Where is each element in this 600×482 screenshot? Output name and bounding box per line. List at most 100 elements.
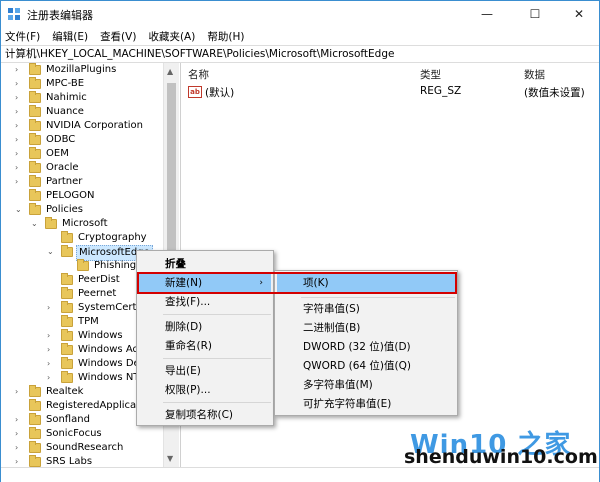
value-data: (数值未设置) xyxy=(524,87,585,99)
folder-icon xyxy=(29,63,41,75)
submenu-item-expandable-string-value[interactable]: 可扩充字符串值(E) xyxy=(277,395,455,413)
folder-icon xyxy=(61,329,73,341)
title-bar[interactable]: 注册表编辑器 — ☐ ✕ xyxy=(1,1,599,27)
menu-item-rename[interactable]: 重命名(R) xyxy=(139,337,271,355)
value-name: (默认) xyxy=(205,87,235,99)
submenu-item-string-value[interactable]: 字符串值(S) xyxy=(277,300,455,318)
folder-icon xyxy=(29,133,41,145)
tree-item-oracle[interactable]: › Oracle xyxy=(15,161,163,175)
folder-icon xyxy=(29,175,41,187)
tree-item-soundresearch[interactable]: › SoundResearch xyxy=(15,441,163,455)
tree-item-nvidia[interactable]: › NVIDIA Corporation xyxy=(15,119,163,133)
collapse-arrow-icon[interactable]: ⌄ xyxy=(15,203,23,217)
tree-item-label: Windows NT xyxy=(78,372,140,383)
folder-icon xyxy=(61,273,73,285)
submenu-item-dword-value[interactable]: DWORD (32 位)值(D) xyxy=(277,338,455,356)
folder-icon xyxy=(61,371,73,383)
tree-item-srs-labs[interactable]: › SRS Labs xyxy=(15,455,163,467)
menu-item-delete[interactable]: 删除(D) xyxy=(139,318,271,336)
menu-item-collapse[interactable]: 折叠 xyxy=(139,255,271,273)
tree-item-sonicfocus[interactable]: › SonicFocus xyxy=(15,427,163,441)
folder-icon xyxy=(61,231,73,243)
submenu-item-binary-value[interactable]: 二进制值(B) xyxy=(277,319,455,337)
folder-icon xyxy=(61,287,73,299)
menu-file[interactable]: 文件(F) xyxy=(5,29,40,44)
menu-separator xyxy=(163,358,271,359)
submenu-item-multi-string-value[interactable]: 多字符串值(M) xyxy=(277,376,455,394)
expand-arrow-icon[interactable]: › xyxy=(47,371,55,385)
expand-arrow-icon[interactable]: › xyxy=(15,413,23,427)
expand-arrow-icon[interactable]: › xyxy=(15,175,23,189)
tree-item-oem[interactable]: › OEM xyxy=(15,147,163,161)
folder-icon xyxy=(29,91,41,103)
minimize-button[interactable]: — xyxy=(465,1,509,27)
watermark-site: shenduwin10.com xyxy=(404,446,598,468)
scroll-down-icon[interactable]: ▼ xyxy=(167,454,173,463)
expand-arrow-icon[interactable]: › xyxy=(15,91,23,105)
tree-item-mpc-be[interactable]: › MPC-BE xyxy=(15,77,163,91)
tree-item-label: Realtek xyxy=(46,386,84,397)
folder-icon xyxy=(61,343,73,355)
folder-open-icon xyxy=(29,203,41,215)
menu-item-copy-key-name[interactable]: 复制项名称(C) xyxy=(139,406,271,424)
column-header-data[interactable]: 数据 xyxy=(524,67,545,82)
window-title: 注册表编辑器 xyxy=(27,9,93,22)
scrollbar-thumb[interactable] xyxy=(167,83,176,273)
expand-arrow-icon[interactable]: › xyxy=(15,161,23,175)
column-header-type[interactable]: 类型 xyxy=(420,67,441,82)
menu-separator xyxy=(301,297,455,298)
expand-arrow-icon[interactable]: › xyxy=(47,301,55,315)
menu-item-find[interactable]: 查找(F)... xyxy=(139,293,271,311)
expand-arrow-icon[interactable]: › xyxy=(47,357,55,371)
tree-item-partner[interactable]: › Partner xyxy=(15,175,163,189)
tree-item-label: Peernet xyxy=(78,288,117,299)
scroll-up-icon[interactable]: ▲ xyxy=(167,67,173,76)
folder-icon xyxy=(29,455,41,467)
menu-favorites[interactable]: 收藏夹(A) xyxy=(148,29,195,44)
folder-icon xyxy=(29,427,41,439)
tree-item-label: Sonfland xyxy=(46,414,90,425)
expand-arrow-icon[interactable]: › xyxy=(15,147,23,161)
expand-arrow-icon[interactable]: › xyxy=(15,385,23,399)
tree-item-label: SRS Labs xyxy=(46,456,93,467)
menu-help[interactable]: 帮助(H) xyxy=(207,29,244,44)
expand-arrow-icon[interactable]: › xyxy=(47,343,55,357)
tree-item-odbc[interactable]: › ODBC xyxy=(15,133,163,147)
folder-icon xyxy=(29,161,41,173)
tree-item-label: OEM xyxy=(46,148,69,159)
maximize-button[interactable]: ☐ xyxy=(513,1,557,27)
address-bar[interactable]: 计算机\HKEY_LOCAL_MACHINE\SOFTWARE\Policies… xyxy=(1,45,599,63)
tree-item-nahimic[interactable]: › Nahimic xyxy=(15,91,163,105)
tree-item-cryptography[interactable]: Cryptography xyxy=(47,231,163,245)
menu-item-export[interactable]: 导出(E) xyxy=(139,362,271,380)
tree-item-microsoft[interactable]: ⌄ Microsoft xyxy=(31,217,163,231)
collapse-arrow-icon[interactable]: ⌄ xyxy=(47,245,55,259)
expand-arrow-icon[interactable]: › xyxy=(47,329,55,343)
tree-item-nuance[interactable]: › Nuance xyxy=(15,105,163,119)
column-header-name[interactable]: 名称 xyxy=(188,67,209,82)
expand-arrow-icon[interactable]: › xyxy=(15,119,23,133)
submenu-item-qword-value[interactable]: QWORD (64 位)值(Q) xyxy=(277,357,455,375)
expand-arrow-icon[interactable]: › xyxy=(15,133,23,147)
tree-item-label: PeerDist xyxy=(78,274,120,285)
tree-item-pelogon[interactable]: PELOGON xyxy=(15,189,163,203)
string-value-icon: ab xyxy=(188,86,202,98)
expand-arrow-icon[interactable]: › xyxy=(15,455,23,467)
menu-item-permissions[interactable]: 权限(P)... xyxy=(139,381,271,399)
tree-item-policies[interactable]: ⌄ Policies xyxy=(15,203,163,217)
expand-arrow-icon[interactable]: › xyxy=(15,441,23,455)
expand-arrow-icon[interactable]: › xyxy=(15,427,23,441)
tree-item-mozillaplugins[interactable]: › MozillaPlugins xyxy=(15,63,163,77)
collapse-arrow-icon[interactable]: ⌄ xyxy=(31,217,39,231)
folder-icon xyxy=(61,301,73,313)
menu-view[interactable]: 查看(V) xyxy=(100,29,136,44)
expand-arrow-icon[interactable]: › xyxy=(15,77,23,91)
folder-icon xyxy=(61,315,73,327)
menu-edit[interactable]: 编辑(E) xyxy=(52,29,88,44)
tree-item-label: Nahimic xyxy=(46,92,87,103)
close-button[interactable]: ✕ xyxy=(557,1,600,27)
expand-arrow-icon[interactable]: › xyxy=(15,63,23,77)
folder-icon xyxy=(77,259,89,271)
expand-arrow-icon[interactable]: › xyxy=(15,105,23,119)
folder-icon xyxy=(29,385,41,397)
